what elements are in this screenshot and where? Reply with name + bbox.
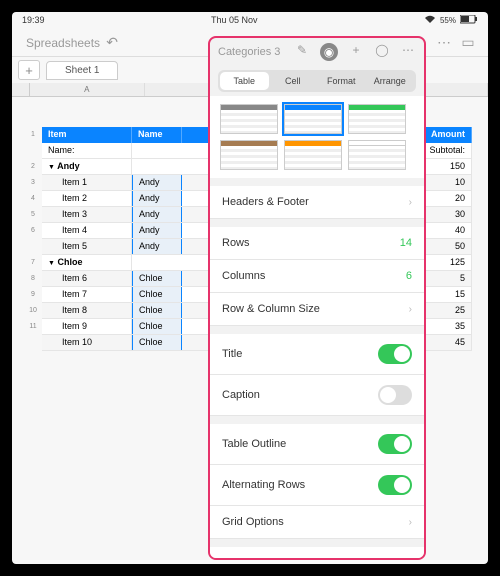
chevron-right-icon: › <box>409 517 412 528</box>
style-gray[interactable] <box>220 104 278 134</box>
title-toggle[interactable] <box>378 344 412 364</box>
table-font-row[interactable]: Table Font Helvetica Neue › <box>210 547 424 560</box>
style-brown[interactable] <box>220 140 278 170</box>
brush-icon[interactable]: ◉ <box>320 43 338 61</box>
chevron-right-icon: › <box>409 197 412 208</box>
style-plain[interactable] <box>348 140 406 170</box>
row-col-size-row[interactable]: Row & Column Size › <box>210 293 424 326</box>
title-toggle-row: Title <box>210 334 424 375</box>
panel-title: Categories 3 <box>218 46 280 58</box>
grid-options-row[interactable]: Grid Options › <box>210 506 424 539</box>
th-item[interactable]: Item <box>42 127 132 143</box>
th-name[interactable]: Name <box>132 127 182 143</box>
add-sheet-button[interactable]: + <box>18 60 40 80</box>
altrows-toggle-row: Alternating Rows <box>210 465 424 506</box>
panel-icon[interactable]: ▭ <box>456 31 480 55</box>
rows-row[interactable]: Rows 14 <box>210 227 424 260</box>
undo-icon[interactable]: ↶ <box>100 31 124 55</box>
ellipsis-icon[interactable]: ⋯ <box>400 43 416 61</box>
columns-row[interactable]: Columns 6 <box>210 260 424 293</box>
share-icon[interactable]: ◯ <box>374 43 390 61</box>
caption-toggle-row: Caption <box>210 375 424 416</box>
add-icon[interactable]: + <box>348 43 364 61</box>
status-time: 19:39 <box>22 15 45 26</box>
sheet-tab[interactable]: Sheet 1 <box>46 61 118 80</box>
tools-icon[interactable]: ✎ <box>294 43 310 61</box>
rows-value: 14 <box>400 237 412 249</box>
headers-footer-row[interactable]: Headers & Footer › <box>210 186 424 219</box>
battery-icon <box>460 15 478 26</box>
col-a[interactable]: A <box>30 83 145 96</box>
status-date: Thu 05 Nov <box>211 15 258 26</box>
tab-format[interactable]: Format <box>317 72 366 90</box>
more-icon[interactable]: ⋯ <box>432 31 456 55</box>
tab-table[interactable]: Table <box>220 72 269 90</box>
style-green[interactable] <box>348 104 406 134</box>
back-button[interactable]: Spreadsheets <box>26 36 100 50</box>
table-styles <box>210 96 424 178</box>
altrows-toggle[interactable] <box>378 475 412 495</box>
wifi-icon <box>424 15 436 26</box>
caption-toggle[interactable] <box>378 385 412 405</box>
outline-toggle-row: Table Outline <box>210 424 424 465</box>
status-bar: 19:39 Thu 05 Nov 55% <box>12 12 488 29</box>
font-value: Helvetica Neue <box>328 557 403 560</box>
columns-value: 6 <box>406 270 412 282</box>
panel-tabs: Table Cell Format Arrange <box>218 70 416 92</box>
style-blue[interactable] <box>284 104 342 134</box>
row-labels: 1 2 3 4 5 6 7 8 9 10 11 <box>26 127 40 335</box>
outline-toggle[interactable] <box>378 434 412 454</box>
format-panel: Categories 3 ✎ ◉ + ◯ ⋯ Table Cell Format… <box>208 36 426 560</box>
chevron-right-icon: › <box>409 558 412 561</box>
battery-pct: 55% <box>440 16 456 25</box>
panel-toolbar: Categories 3 ✎ ◉ + ◯ ⋯ <box>210 38 424 66</box>
tab-arrange[interactable]: Arrange <box>366 72 415 90</box>
chevron-right-icon: › <box>409 304 412 315</box>
style-orange[interactable] <box>284 140 342 170</box>
tab-cell[interactable]: Cell <box>269 72 318 90</box>
